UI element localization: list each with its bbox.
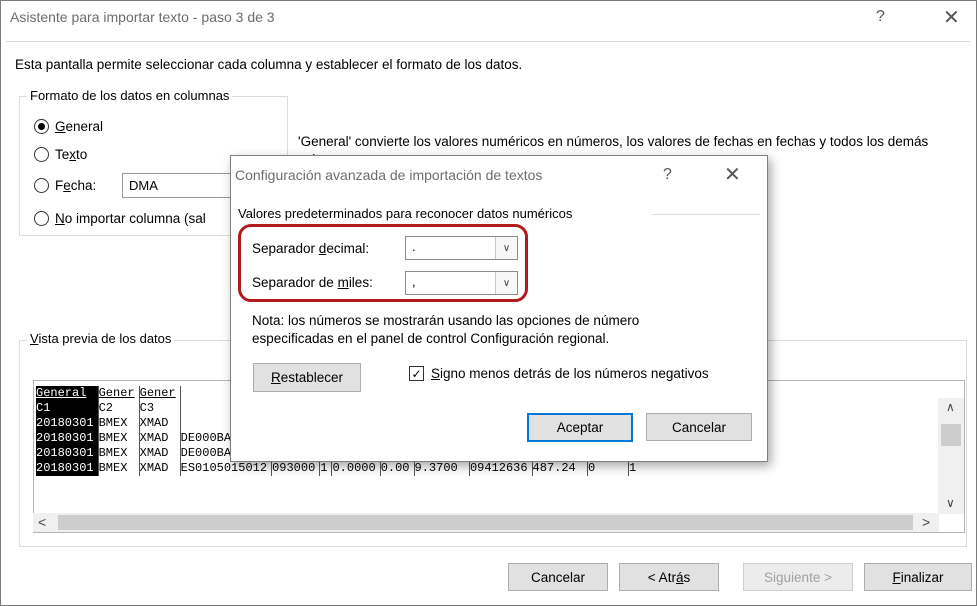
radio-skip-indicator[interactable]: [34, 211, 49, 226]
radio-skip-label: No importar columna (sal: [55, 211, 206, 226]
radio-selected-dot: [38, 123, 45, 130]
preview-cell[interactable]: 0: [586, 461, 629, 476]
instructions-text: Esta pantalla permite seleccionar cada c…: [15, 57, 523, 72]
ok-button[interactable]: Aceptar: [527, 413, 633, 442]
preview-cell[interactable]: 1: [319, 461, 332, 476]
preview-cell[interactable]: BMEX: [97, 431, 140, 446]
dialog-cancel-button[interactable]: Cancelar: [646, 413, 752, 441]
horizontal-scroll-thumb[interactable]: [58, 515, 913, 530]
negative-sign-label[interactable]: Signo menos detrás de los números negati…: [431, 366, 709, 381]
preview-cell[interactable]: XMAD: [138, 431, 181, 446]
scroll-left-icon[interactable]: <: [38, 514, 46, 530]
dialog-help-icon[interactable]: ?: [663, 166, 672, 184]
data-preview-legend: Vista previa de los datos: [27, 331, 175, 346]
preview-cell[interactable]: ES0105015012: [179, 461, 272, 476]
reset-button[interactable]: Restablecer: [253, 363, 361, 392]
preview-cell[interactable]: Gener: [97, 386, 140, 401]
radio-general-label: General: [55, 119, 104, 134]
preview-cell[interactable]: 0.0000: [331, 461, 381, 476]
radio-date[interactable]: Fecha:: [34, 178, 96, 193]
preview-cell[interactable]: 9.3700: [413, 461, 470, 476]
preview-cell[interactable]: 1: [627, 461, 648, 476]
window-title: Asistente para importar texto - paso 3 d…: [10, 9, 275, 25]
dialog-title: Configuración avanzada de importación de…: [235, 167, 543, 183]
preview-cell[interactable]: XMAD: [138, 461, 181, 476]
preview-cell[interactable]: C2: [97, 401, 140, 416]
preview-cell[interactable]: 0.00: [379, 461, 415, 476]
separator-highlight-outline: [238, 224, 528, 302]
date-format-select[interactable]: DMA: [122, 173, 232, 198]
vertical-scroll-thumb[interactable]: [941, 424, 961, 446]
preview-cell[interactable]: General: [36, 386, 99, 401]
preview-cell[interactable]: 487.24: [531, 461, 588, 476]
dialog-close-icon[interactable]: ✕: [724, 162, 741, 187]
preview-cell[interactable]: XMAD: [138, 416, 181, 431]
preview-cell[interactable]: BMEX: [97, 416, 140, 431]
scroll-right-icon[interactable]: >: [922, 514, 930, 530]
back-button[interactable]: < Atr á s: [619, 563, 719, 591]
preview-cell[interactable]: BMEX: [97, 446, 140, 461]
close-icon[interactable]: ✕: [943, 5, 960, 30]
column-format-legend: Formato de los datos en columnas: [27, 88, 233, 103]
preview-cell[interactable]: Gener: [138, 386, 181, 401]
radio-general[interactable]: General: [34, 119, 103, 134]
preview-cell[interactable]: XMAD: [138, 446, 181, 461]
numeric-defaults-label: Valores predeterminados para reconocer d…: [238, 206, 573, 221]
radio-general-indicator[interactable]: [34, 119, 49, 134]
finish-button[interactable]: Finalizar: [864, 563, 972, 591]
preview-cell[interactable]: 093000: [271, 461, 320, 476]
help-icon[interactable]: ?: [876, 8, 885, 26]
preview-cell[interactable]: BMEX: [97, 461, 140, 476]
preview-row: 20180301 BMEX XMAD ES0105015012 093000 1 0.000…: [36, 461, 648, 476]
preview-cell[interactable]: C1: [36, 401, 99, 416]
radio-date-indicator[interactable]: [34, 178, 49, 193]
radio-text-label: Texto: [55, 147, 88, 162]
preview-cell[interactable]: 20180301: [36, 416, 99, 431]
radio-text-indicator[interactable]: [34, 147, 49, 162]
preview-cell[interactable]: 20180301: [36, 446, 99, 461]
cancel-button[interactable]: Cancelar: [508, 563, 608, 591]
radio-text[interactable]: Texto: [34, 147, 87, 162]
preview-cell[interactable]: 20180301: [36, 461, 99, 476]
preview-cell[interactable]: 20180301: [36, 431, 99, 446]
preview-cell[interactable]: C3: [138, 401, 181, 416]
next-button[interactable]: Siguiente >: [743, 563, 853, 591]
scroll-up-icon[interactable]: ∧: [946, 400, 955, 414]
numeric-defaults-divider: [652, 214, 760, 215]
radio-date-label: Fecha:: [55, 178, 97, 193]
preview-cell[interactable]: 09412636: [468, 461, 533, 476]
regional-settings-note: Nota: los números se mostrarán usando la…: [252, 313, 640, 346]
negative-sign-checkbox[interactable]: ✓: [409, 366, 424, 381]
title-divider: [6, 41, 970, 42]
scroll-down-icon[interactable]: ∨: [946, 496, 955, 510]
radio-skip-column[interactable]: No importar columna (sal: [34, 211, 230, 226]
checkmark-icon: ✓: [411, 366, 422, 381]
